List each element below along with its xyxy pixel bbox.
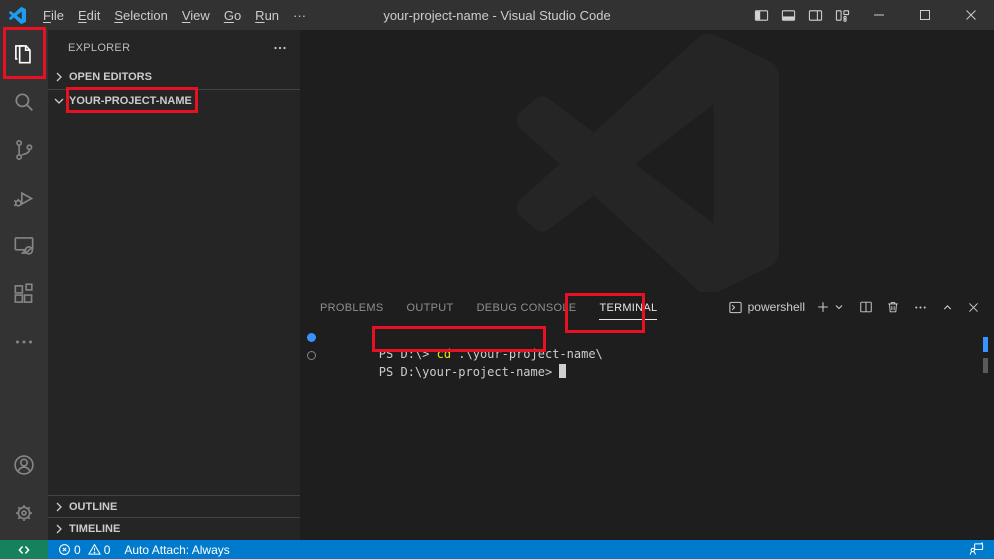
minimize-button[interactable]	[856, 0, 902, 30]
menu-run[interactable]: Run	[248, 8, 286, 23]
settings-gear-icon[interactable]	[0, 489, 48, 537]
maximize-panel-chevron-icon[interactable]	[941, 301, 954, 314]
more-actions-icon[interactable]	[0, 318, 48, 366]
sidebar-title: EXPLORER	[68, 42, 130, 54]
chevron-right-icon	[51, 521, 67, 537]
extensions-icon[interactable]	[0, 270, 48, 318]
section-outline[interactable]: OUTLINE	[48, 495, 300, 517]
menu-more[interactable]: ···	[286, 8, 313, 23]
terminal-toolbar: powershell	[728, 292, 980, 322]
title-bar: File Edit Selection View Go Run ··· your…	[0, 0, 994, 30]
problems-status[interactable]: 0 0	[58, 540, 110, 559]
tab-output[interactable]: OUTPUT	[407, 295, 454, 320]
split-terminal-icon[interactable]	[859, 300, 873, 314]
section-label: OUTLINE	[69, 501, 117, 513]
terminal-line: PS D:\your-project-name>	[310, 347, 980, 365]
menu-selection[interactable]: Selection	[107, 8, 174, 23]
toggle-panel-icon[interactable]	[775, 0, 802, 30]
tab-debug-console[interactable]: DEBUG CONSOLE	[477, 295, 577, 320]
toggle-secondary-sidebar-icon[interactable]	[802, 0, 829, 30]
remote-indicator[interactable]	[0, 540, 48, 559]
scrollbar-command-mark	[983, 358, 988, 373]
chevron-down-icon	[51, 93, 67, 109]
tab-problems[interactable]: PROBLEMS	[320, 295, 384, 320]
vscode-logo-icon	[9, 7, 26, 24]
explorer-sidebar: EXPLORER OPEN EDITORS YOUR-PROJECT-NAME …	[48, 30, 300, 540]
launch-profile-chevron-icon[interactable]	[833, 301, 845, 313]
remote-icon	[17, 543, 31, 557]
explorer-more-actions-icon[interactable]	[272, 40, 288, 61]
menu-file[interactable]: File	[36, 8, 71, 23]
status-bar: 0 0 Auto Attach: Always	[0, 540, 994, 559]
section-timeline[interactable]: TIMELINE	[48, 517, 300, 539]
section-label: OPEN EDITORS	[69, 71, 152, 83]
remote-explorer-icon[interactable]	[0, 222, 48, 270]
vscode-window: File Edit Selection View Go Run ··· your…	[0, 0, 994, 559]
toggle-sidebar-icon[interactable]	[748, 0, 775, 30]
section-open-editors[interactable]: OPEN EDITORS	[48, 66, 300, 88]
terminal-prompt: PS D:\your-project-name>	[379, 365, 560, 379]
new-terminal-icon[interactable]	[816, 300, 830, 314]
chevron-right-icon	[51, 499, 67, 515]
warning-count: 0	[104, 543, 111, 557]
command-decoration-icon[interactable]	[307, 351, 316, 360]
error-count: 0	[74, 543, 81, 557]
auto-attach-label: Auto Attach: Always	[124, 543, 229, 557]
section-project-root[interactable]: YOUR-PROJECT-NAME	[48, 89, 300, 111]
panel-more-actions-icon[interactable]	[913, 300, 928, 315]
vscode-watermark-icon	[517, 33, 779, 292]
kill-terminal-trash-icon[interactable]	[886, 300, 900, 314]
feedback-icon[interactable]	[969, 542, 984, 559]
explorer-icon[interactable]	[0, 30, 48, 78]
terminal-content[interactable]: PS D:\> cd .\your-project-name\ PS D:\yo…	[310, 329, 980, 364]
menu-go[interactable]: Go	[217, 8, 248, 23]
terminal-cursor	[559, 364, 566, 378]
tab-terminal[interactable]: TERMINAL	[599, 295, 657, 320]
terminal-shell-icon[interactable]	[728, 300, 743, 315]
menu-view[interactable]: View	[175, 8, 217, 23]
chevron-right-icon	[51, 69, 67, 85]
auto-attach-status[interactable]: Auto Attach: Always	[124, 540, 229, 559]
warning-icon	[88, 543, 101, 556]
close-panel-icon[interactable]	[967, 301, 980, 314]
panel-tab-bar: PROBLEMS OUTPUT DEBUG CONSOLE TERMINAL	[300, 292, 680, 322]
search-icon[interactable]	[0, 78, 48, 126]
editor-area	[300, 30, 994, 292]
customize-layout-icon[interactable]	[829, 0, 856, 30]
sidebar-header: EXPLORER	[48, 30, 300, 65]
scrollbar-command-mark	[983, 337, 988, 352]
terminal-line: PS D:\> cd .\your-project-name\	[310, 329, 980, 347]
run-and-debug-icon[interactable]	[0, 174, 48, 222]
project-root-label: YOUR-PROJECT-NAME	[69, 95, 192, 107]
maximize-button[interactable]	[902, 0, 948, 30]
source-control-icon[interactable]	[0, 126, 48, 174]
menu-edit[interactable]: Edit	[71, 8, 107, 23]
bottom-panel: PROBLEMS OUTPUT DEBUG CONSOLE TERMINAL p…	[300, 292, 994, 540]
command-decoration-icon[interactable]	[307, 333, 316, 342]
activity-bar	[0, 30, 48, 540]
account-icon[interactable]	[0, 441, 48, 489]
section-label: TIMELINE	[69, 523, 120, 535]
shell-name-label[interactable]: powershell	[748, 300, 805, 314]
error-icon	[58, 543, 71, 556]
close-button[interactable]	[948, 0, 994, 30]
